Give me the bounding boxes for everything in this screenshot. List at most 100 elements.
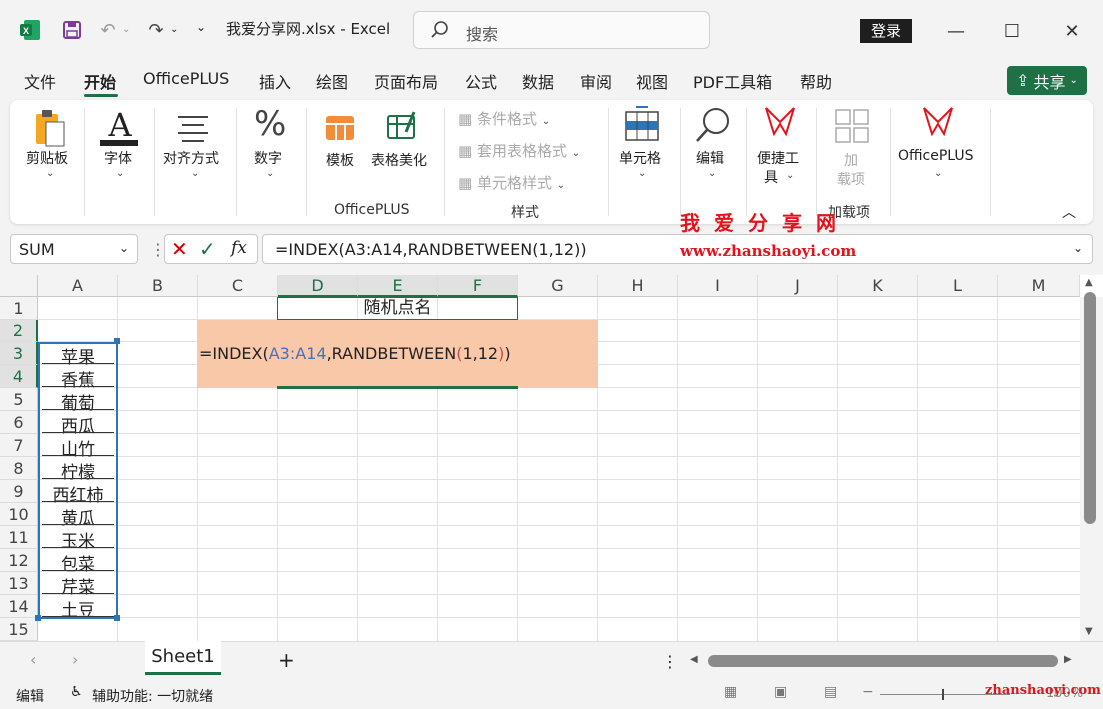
redo-dropdown-icon[interactable]: ⌄	[170, 24, 178, 35]
customize-toolbar-icon[interactable]: ⌄	[196, 20, 206, 34]
row-header-5[interactable]: 5	[0, 388, 38, 411]
officeplus-icon[interactable]	[920, 104, 956, 144]
addins-icon[interactable]	[834, 108, 870, 144]
chevron-down-icon[interactable]: ⌄	[116, 168, 124, 179]
cells-label[interactable]: 单元格	[619, 148, 661, 168]
range-handle[interactable]	[35, 615, 41, 621]
close-icon[interactable]: ✕	[1050, 14, 1094, 48]
column-header-g[interactable]: G	[518, 275, 598, 297]
next-sheet-icon[interactable]: ›	[72, 650, 78, 669]
row-header-10[interactable]: 10	[0, 503, 38, 526]
paste-icon[interactable]	[32, 108, 66, 148]
align-label[interactable]: 对齐方式	[163, 148, 219, 168]
row-header-11[interactable]: 11	[0, 526, 38, 549]
row-header-14[interactable]: 14	[0, 595, 38, 618]
chevron-down-icon[interactable]: ⌄	[708, 168, 716, 179]
column-header-b[interactable]: B	[118, 275, 198, 297]
table-format-button[interactable]: ▦ 套用表格格式 ⌄	[458, 140, 580, 161]
range-handle[interactable]	[114, 615, 120, 621]
chevron-down-icon[interactable]: ⌄	[266, 168, 274, 179]
beautify-icon[interactable]	[386, 110, 422, 142]
align-icon[interactable]	[176, 114, 210, 142]
insert-function-icon[interactable]: fx	[231, 238, 247, 258]
number-label[interactable]: 数字	[254, 148, 282, 168]
editing-cell[interactable]: =INDEX(A3:A14,RANDBETWEEN(1,12))	[197, 320, 598, 388]
column-header-d[interactable]: D	[278, 275, 358, 297]
chevron-down-icon[interactable]: ⌄	[119, 241, 129, 255]
row-header-3[interactable]: 3	[0, 342, 38, 365]
row-header-15[interactable]: 15	[0, 618, 38, 641]
beautify-label[interactable]: 表格美化	[371, 150, 427, 170]
column-header-a[interactable]: A	[38, 275, 118, 297]
tab-view[interactable]: 视图	[636, 69, 668, 93]
undo-dropdown-icon[interactable]: ⌄	[122, 24, 130, 35]
expand-formula-icon[interactable]: ⌄	[1073, 241, 1083, 255]
row-header-2[interactable]: 2	[0, 320, 38, 342]
tab-page-layout[interactable]: 页面布局	[374, 69, 438, 93]
column-header-c[interactable]: C	[198, 275, 278, 297]
chevron-down-icon[interactable]: ⌄	[934, 168, 942, 179]
column-header-l[interactable]: L	[918, 275, 998, 297]
template-label[interactable]: 模板	[326, 150, 354, 170]
scroll-right-icon[interactable]: ▶	[1064, 654, 1072, 665]
tab-help[interactable]: 帮助	[800, 69, 832, 93]
horizontal-scroll-thumb[interactable]	[708, 655, 1058, 667]
clipboard-label[interactable]: 剪贴板	[26, 148, 68, 168]
tab-draw[interactable]: 绘图	[316, 69, 348, 93]
row-header-8[interactable]: 8	[0, 457, 38, 480]
row-header-1[interactable]: 1	[0, 297, 38, 320]
search-box[interactable]: 搜索	[413, 11, 710, 49]
scroll-left-icon[interactable]: ◀	[690, 654, 698, 665]
font-icon[interactable]: A	[100, 106, 140, 146]
collapse-ribbon-icon[interactable]: ︿	[1062, 202, 1076, 222]
accessibility-icon[interactable]: ♿	[70, 684, 83, 700]
formula-input[interactable]: =INDEX(A3:A14,RANDBETWEEN(1,12)) ⌄	[262, 234, 1093, 264]
page-layout-view-icon[interactable]: ▣	[774, 684, 787, 700]
minimize-icon[interactable]: —	[934, 14, 978, 48]
redo-icon[interactable]: ↷	[140, 14, 172, 46]
officeplus-label[interactable]: OfficePLUS	[898, 148, 974, 164]
prev-sheet-icon[interactable]: ‹	[30, 650, 36, 669]
addin-label-1[interactable]: 加	[844, 150, 858, 170]
select-all-corner[interactable]	[0, 275, 38, 297]
scroll-down-icon[interactable]: ▼	[1085, 626, 1093, 637]
chevron-down-icon[interactable]: ⌄	[191, 168, 199, 179]
column-header-m[interactable]: M	[998, 275, 1080, 297]
range-handle[interactable]	[114, 338, 120, 344]
row-header-9[interactable]: 9	[0, 480, 38, 503]
tools-label-1[interactable]: 便捷工	[757, 148, 799, 168]
status-accessibility[interactable]: 辅助功能: 一切就绪	[92, 686, 213, 706]
more-options-icon[interactable]: ⋮	[662, 652, 678, 671]
row-header-4[interactable]: 4	[0, 365, 38, 388]
column-header-e[interactable]: E	[358, 275, 438, 297]
row-header-6[interactable]: 6	[0, 411, 38, 434]
vertical-scroll-thumb[interactable]	[1084, 292, 1096, 524]
cells-icon[interactable]	[624, 106, 660, 142]
tab-formulas[interactable]: 公式	[465, 69, 497, 93]
add-sheet-button[interactable]: +	[278, 648, 295, 672]
zoom-thumb[interactable]	[942, 689, 944, 700]
font-label[interactable]: 字体	[104, 148, 132, 168]
template-icon[interactable]	[324, 112, 358, 142]
page-break-view-icon[interactable]: ▤	[824, 684, 837, 700]
column-header-f[interactable]: F	[438, 275, 518, 297]
row-header-7[interactable]: 7	[0, 434, 38, 457]
find-icon[interactable]	[694, 106, 732, 144]
sheet-tab-sheet1[interactable]: Sheet1	[145, 641, 221, 675]
save-icon[interactable]	[56, 14, 88, 46]
tab-officeplus[interactable]: OfficePLUS	[143, 69, 229, 88]
share-button[interactable]: ⇪ 共享 ⌄	[1007, 66, 1087, 95]
cond-format-button[interactable]: ▦ 条件格式 ⌄	[458, 108, 550, 129]
zoom-out-icon[interactable]: −	[862, 684, 874, 700]
tab-insert[interactable]: 插入	[259, 69, 291, 93]
column-header-h[interactable]: H	[598, 275, 678, 297]
name-box[interactable]: SUM ⌄	[10, 234, 138, 264]
edit-label[interactable]: 编辑	[696, 148, 724, 168]
row-header-12[interactable]: 12	[0, 549, 38, 572]
merged-cell-d1[interactable]: 随机点名	[277, 297, 518, 320]
cancel-icon[interactable]: ✕	[171, 237, 188, 261]
undo-icon[interactable]: ↶	[92, 14, 124, 46]
tab-file[interactable]: 文件	[24, 69, 56, 93]
tab-review[interactable]: 审阅	[580, 69, 612, 93]
addin-label-2[interactable]: 载项	[837, 169, 865, 189]
